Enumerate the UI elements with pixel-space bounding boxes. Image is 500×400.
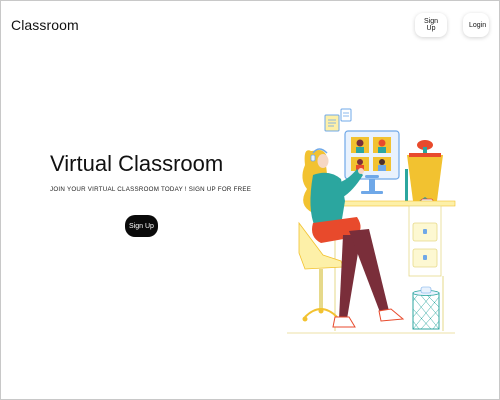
nav-signup-button[interactable]: Sign Up [415, 13, 447, 37]
hero-subtitle: JOIN YOUR VIRTUAL CLASSROOM TODAY ! SIGN… [50, 186, 252, 193]
brand-logo[interactable]: Classroom [11, 17, 79, 33]
nav-login-button[interactable]: Login [463, 13, 489, 37]
page: Classroom Sign Up Login Virtual Classroo… [0, 0, 500, 400]
pencil-icon [405, 169, 408, 205]
trash-bin-icon [412, 286, 440, 330]
desk-lamp-icon [407, 140, 443, 206]
desk-top [330, 200, 456, 207]
student-at-computer-illustration [287, 108, 456, 334]
hero-title: Virtual Classroom [50, 151, 224, 176]
notepad-icon [324, 108, 352, 132]
hero-signup-button[interactable]: Sign Up [125, 215, 158, 237]
